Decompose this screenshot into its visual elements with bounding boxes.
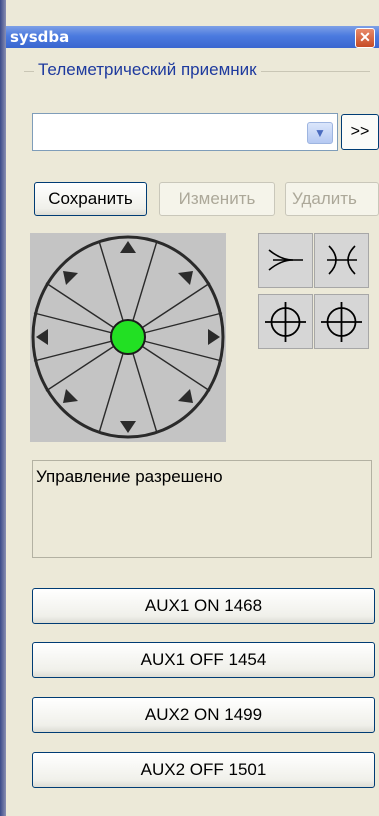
arrow-up-icon (120, 241, 136, 253)
title-bar[interactable]: sysdba ✕ (6, 26, 379, 48)
focus-far-button[interactable] (314, 294, 369, 349)
receiver-combobox[interactable]: ▼ (32, 113, 338, 151)
arrow-up-right-icon (178, 271, 193, 285)
aux1-off-button[interactable]: AUX1 OFF 1454 (32, 642, 375, 678)
chevron-down-icon[interactable]: ▼ (307, 122, 333, 144)
zoom-in-icon (268, 249, 303, 271)
arrow-down-icon (120, 421, 136, 433)
arrow-down-left-icon (63, 389, 78, 403)
focus-near-icon (265, 302, 306, 342)
edit-button[interactable]: Изменить (159, 182, 275, 216)
zoom-out-icon (327, 245, 357, 275)
arrow-left-icon (36, 329, 48, 345)
arrow-right-icon (208, 329, 220, 345)
zoom-in-button[interactable] (258, 233, 313, 288)
window-title: sysdba (10, 28, 70, 46)
focus-near-button[interactable] (258, 294, 313, 349)
center-stop-button (110, 319, 146, 355)
arrow-up-left-icon (63, 271, 78, 285)
aux1-on-button[interactable]: AUX1 ON 1468 (32, 588, 375, 624)
delete-button[interactable]: Удалить (285, 182, 379, 216)
expand-button[interactable]: >> (341, 114, 379, 150)
groupbox-title: Телеметрический приемник (34, 60, 261, 80)
close-button[interactable]: ✕ (355, 28, 375, 48)
status-panel: Управление разрешено (32, 460, 372, 558)
close-icon: ✕ (359, 29, 371, 45)
window-edge (0, 0, 6, 816)
zoom-out-button[interactable] (314, 233, 369, 288)
focus-far-icon (321, 302, 362, 342)
arrow-down-right-icon (178, 389, 193, 403)
aux2-on-button[interactable]: AUX2 ON 1499 (32, 697, 375, 733)
ptz-joystick-graphic (31, 235, 225, 439)
aux2-off-button[interactable]: AUX2 OFF 1501 (32, 752, 375, 788)
save-button[interactable]: Сохранить (34, 182, 147, 216)
ptz-joystick (30, 233, 226, 442)
status-text: Управление разрешено (36, 467, 223, 486)
